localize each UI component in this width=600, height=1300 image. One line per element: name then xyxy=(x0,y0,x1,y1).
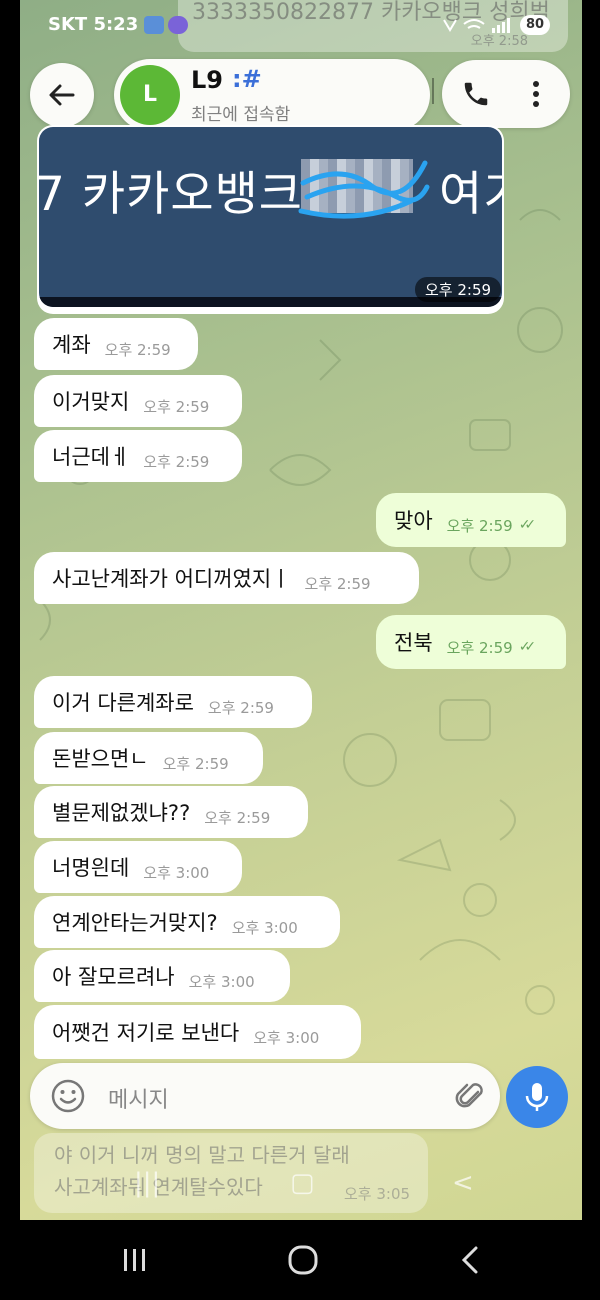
message-time: 오후 3:00 xyxy=(231,918,298,937)
more-vertical-icon xyxy=(533,81,539,107)
message-time: 오후 2:59 xyxy=(446,516,513,535)
status-bar: 3333350822877 카카오뱅크 성희범 오후 2:58 SKT 5:23… xyxy=(20,0,582,52)
message-input[interactable]: 메시지 xyxy=(108,1082,169,1114)
message-text: 너명읜데 xyxy=(52,856,130,880)
more-options-button[interactable] xyxy=(520,74,552,114)
message-text: 계좌 xyxy=(52,333,91,357)
message-text: 어쨋건 저기로 보낸다 xyxy=(52,1021,240,1045)
message-incoming[interactable]: 별문제없겠냐?? 오후 2:59 xyxy=(34,786,308,838)
paperclip-icon xyxy=(455,1083,483,1108)
message-time: 오후 2:59 xyxy=(304,574,371,593)
ghost-time: 오후 3:05 xyxy=(344,1185,411,1203)
scribble-mark xyxy=(298,160,430,219)
carrier-time: SKT 5:23 xyxy=(48,14,139,35)
avatar[interactable]: L xyxy=(120,65,180,125)
signal-wifi-icons xyxy=(442,16,512,38)
message-incoming[interactable]: 돈받으면ㄴ 오후 2:59 xyxy=(34,732,263,784)
message-time: 오후 2:59 xyxy=(446,638,513,657)
back-button[interactable] xyxy=(30,63,94,127)
ghost-back-icon: < xyxy=(452,1168,474,1198)
message-incoming[interactable]: 계좌 오후 2:59 xyxy=(34,318,198,370)
message-text: 전북 xyxy=(394,631,433,655)
message-text: 돈받으면ㄴ xyxy=(52,747,149,771)
microphone-icon xyxy=(525,1083,549,1111)
message-time: 오후 2:59 xyxy=(207,698,274,717)
message-time: 오후 2:59 xyxy=(204,808,271,827)
message-incoming[interactable]: 너근데ㅔ 오후 2:59 xyxy=(34,430,242,482)
system-nav-bar xyxy=(0,1220,600,1300)
message-time: 오후 2:59 xyxy=(104,340,171,359)
app-notification-icon xyxy=(144,16,164,34)
last-seen-status: 최근에 접속함 xyxy=(191,105,291,125)
back-nav-button[interactable] xyxy=(440,1240,500,1280)
attach-button[interactable] xyxy=(450,1076,490,1116)
read-checkmarks-icon: ✓✓ xyxy=(518,517,537,533)
image-text: 7 카카오뱅크 여기 xyxy=(39,167,502,222)
ghost-overlay-message: 야 이거 니꺼 명의 말고 다른거 달래 사고계좌뭐 연계탈수있다 오후 3:0… xyxy=(34,1133,428,1213)
emoji-button[interactable] xyxy=(50,1078,86,1114)
home-button[interactable] xyxy=(273,1240,333,1280)
message-image[interactable]: 7 카카오뱅크 여기 오후 2:59 xyxy=(39,127,502,307)
message-text: 맞아 xyxy=(394,509,433,533)
ghost-recents-icon: ||| xyxy=(134,1168,161,1198)
voice-record-button[interactable] xyxy=(506,1066,568,1128)
message-text: 이거맞지 xyxy=(52,390,130,414)
chat-tag: :# xyxy=(232,65,262,93)
message-time: 오후 2:59 xyxy=(143,397,210,416)
arrow-left-icon xyxy=(49,84,75,106)
message-time: 오후 2:59 xyxy=(415,277,502,302)
message-text: 너근데ㅔ xyxy=(52,445,130,469)
header-divider xyxy=(432,78,434,104)
message-composer: 메시지 xyxy=(30,1063,500,1129)
back-chevron-icon xyxy=(461,1246,478,1274)
call-button[interactable] xyxy=(456,74,496,114)
message-text: 이거 다른계좌로 xyxy=(52,691,194,715)
message-time: 오후 3:00 xyxy=(253,1028,320,1047)
message-time: 오후 3:00 xyxy=(143,863,210,882)
message-incoming[interactable]: 아 잘모르려나 오후 3:00 xyxy=(34,950,290,1002)
chat-screen: 3333350822877 카카오뱅크 성희범 오후 2:58 SKT 5:23… xyxy=(20,0,582,1220)
message-outgoing[interactable]: 맞아 오후 2:59 ✓✓ xyxy=(376,493,566,547)
message-time: 오후 2:59 xyxy=(162,754,229,773)
smiley-icon xyxy=(51,1079,85,1113)
recents-button[interactable] xyxy=(105,1240,165,1280)
message-incoming[interactable]: 이거맞지 오후 2:59 xyxy=(34,375,242,427)
battery-level: 80 xyxy=(520,15,550,35)
message-text: 연계안타는거맞지? xyxy=(52,911,218,935)
header-actions xyxy=(442,60,570,128)
ghost-line-1: 야 이거 니꺼 명의 말고 다른거 달래 xyxy=(54,1143,350,1167)
message-time: 오후 2:59 xyxy=(143,452,210,471)
chat-title-bar[interactable]: L L9 :# 최근에 접속함 xyxy=(114,59,430,131)
message-time: 오후 3:00 xyxy=(188,972,255,991)
message-text: 별문제없겠냐?? xyxy=(52,801,191,825)
chat-name: L9 xyxy=(191,66,223,94)
message-incoming[interactable]: 너명읜데 오후 3:00 xyxy=(34,841,242,893)
phone-icon xyxy=(464,82,488,106)
recents-icon xyxy=(124,1249,145,1271)
chat-notification-icon xyxy=(168,16,188,34)
image-message[interactable]: 7 카카오뱅크 여기 오후 2:59 xyxy=(37,125,504,314)
message-incoming[interactable]: 연계안타는거맞지? 오후 3:00 xyxy=(34,896,340,948)
message-text: 아 잘모르려나 xyxy=(52,965,175,989)
message-outgoing[interactable]: 전북 오후 2:59 ✓✓ xyxy=(376,615,566,669)
home-icon xyxy=(288,1245,318,1275)
message-incoming[interactable]: 이거 다른계좌로 오후 2:59 xyxy=(34,676,312,728)
message-incoming[interactable]: 사고난계좌가 어디꺼였지ㅣ 오후 2:59 xyxy=(34,552,419,604)
ghost-home-icon: ▢ xyxy=(290,1168,315,1198)
message-incoming[interactable]: 어쨋건 저기로 보낸다 오후 3:00 xyxy=(34,1005,361,1059)
read-checkmarks-icon: ✓✓ xyxy=(518,639,537,655)
message-text: 사고난계좌가 어디꺼였지ㅣ xyxy=(52,567,291,591)
